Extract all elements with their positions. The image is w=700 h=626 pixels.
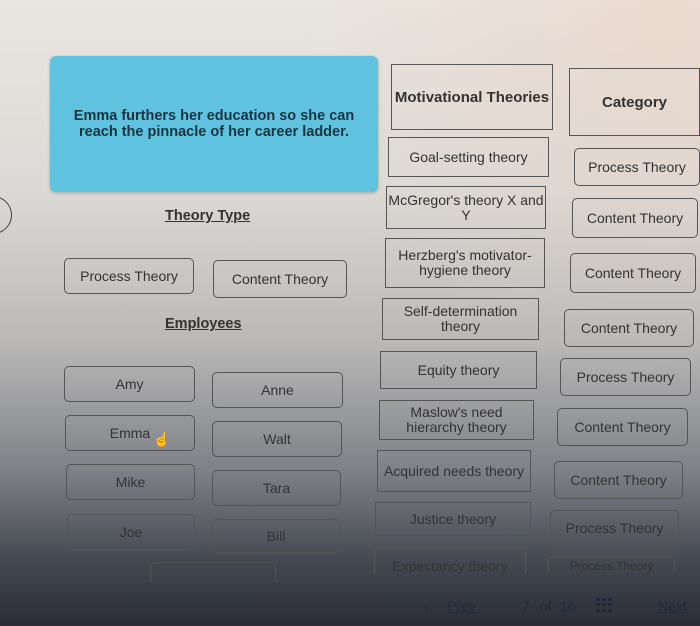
category-cell[interactable]: Content Theory	[564, 309, 694, 347]
header-category: Category	[569, 68, 700, 136]
employee-tara[interactable]: Tara	[212, 470, 341, 506]
employee-joe[interactable]: Joe	[67, 514, 195, 550]
prev-button[interactable]: Prev	[447, 598, 476, 614]
employee-walt[interactable]: Walt	[212, 421, 342, 457]
theory-cell: Self-determination theory	[382, 298, 539, 340]
grid-icon[interactable]	[596, 598, 614, 612]
category-cell[interactable]: Process Theory	[550, 510, 679, 546]
employee-emma-label: Emma	[109, 424, 151, 441]
current-page: 7	[522, 598, 530, 614]
employee-bill[interactable]: Bill	[212, 519, 340, 553]
theory-option-content[interactable]: Content Theory	[213, 260, 347, 298]
total-pages: 16	[560, 598, 576, 614]
next-button[interactable]: Next	[658, 598, 687, 614]
category-cell[interactable]: Content Theory	[557, 408, 688, 446]
category-cell[interactable]: Process Theory	[560, 358, 691, 396]
employee-amy[interactable]: Amy	[64, 366, 195, 402]
page-of-label: of	[540, 598, 552, 614]
employee-box-partial[interactable]	[150, 562, 276, 582]
theory-type-label: Theory Type	[165, 208, 251, 224]
employee-emma[interactable]: Emma	[65, 415, 195, 451]
theory-cell: Equity theory	[380, 351, 537, 389]
theory-cell: Goal-setting theory	[388, 137, 549, 177]
category-cell[interactable]: Content Theory	[570, 253, 696, 293]
scenario-text: Emma furthers her education so she can r…	[73, 108, 355, 140]
employee-mike[interactable]: Mike	[66, 464, 195, 500]
chevron-left-icon[interactable]: ‹	[424, 598, 429, 614]
theory-cell: McGregor's theory X and Y	[386, 186, 546, 229]
scenario-card[interactable]: Emma furthers her education so she can r…	[50, 56, 378, 192]
theory-cell: Expectancy theory	[374, 548, 526, 574]
header-motivational-theories: Motivational Theories	[391, 64, 553, 130]
employees-label: Employees	[165, 316, 242, 332]
category-cell[interactable]: Process Theory	[574, 148, 700, 186]
category-cell[interactable]: Content Theory	[554, 461, 683, 499]
theory-cell: Herzberg's motivator-hygiene theory	[385, 238, 545, 288]
category-cell[interactable]: Process Theory	[548, 556, 675, 574]
hand-cursor-icon: ☝	[153, 431, 171, 447]
employee-anne[interactable]: Anne	[212, 372, 343, 408]
theory-cell: Justice theory	[375, 502, 531, 536]
side-circle-button[interactable]	[0, 196, 12, 234]
theory-cell: Acquired needs theory	[377, 450, 531, 492]
category-cell[interactable]: Content Theory	[572, 198, 698, 238]
theory-cell: Maslow's need hierarchy theory	[379, 400, 534, 440]
theory-option-process[interactable]: Process Theory	[64, 258, 194, 294]
